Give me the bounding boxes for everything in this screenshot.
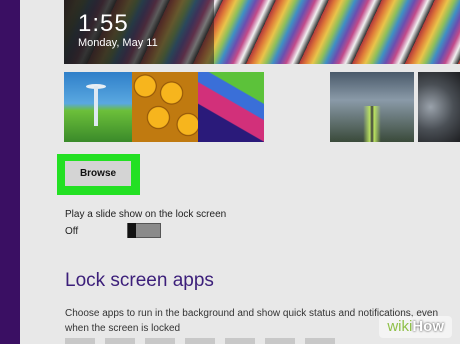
slideshow-state: Off <box>65 226 79 237</box>
app-slot[interactable] <box>185 338 215 344</box>
slideshow-label: Play a slide show on the lock screen <box>65 209 227 220</box>
background-picker <box>64 72 460 142</box>
app-slot[interactable] <box>265 338 295 344</box>
background-thumbnail-honeycomb[interactable] <box>132 72 198 142</box>
lock-screen-date: Monday, May 11 <box>78 37 158 49</box>
app-slot[interactable] <box>305 338 335 344</box>
watermark-wiki: wiki <box>387 318 413 335</box>
app-slot[interactable] <box>105 338 135 344</box>
background-thumbnail-abstract[interactable] <box>198 72 264 142</box>
lock-screen-apps-heading: Lock screen apps <box>65 270 214 291</box>
app-slot[interactable] <box>65 338 95 344</box>
slideshow-toggle[interactable] <box>127 223 161 238</box>
browse-button[interactable]: Browse <box>65 161 131 186</box>
lock-screen-preview: 1:55 Monday, May 11 <box>64 0 460 64</box>
start-menu-edge <box>0 0 20 344</box>
background-thumbnail-dark[interactable] <box>418 72 460 142</box>
background-thumbnail-seattle[interactable] <box>64 72 132 142</box>
toggle-knob[interactable] <box>128 223 136 238</box>
watermark-how: How <box>412 318 444 335</box>
lock-screen-time: 1:55 <box>78 10 129 37</box>
background-thumbnail-train[interactable] <box>330 72 414 142</box>
app-slot[interactable] <box>145 338 175 344</box>
wikihow-watermark: wikiHow <box>379 316 452 338</box>
app-slot[interactable] <box>225 338 255 344</box>
